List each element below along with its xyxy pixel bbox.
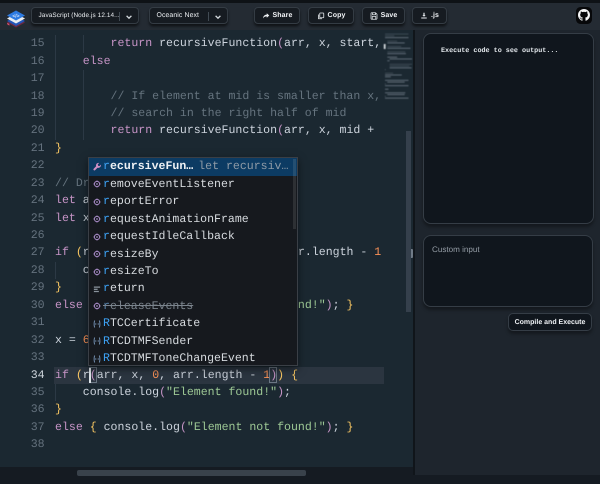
svg-text:</>: </> bbox=[12, 13, 19, 19]
